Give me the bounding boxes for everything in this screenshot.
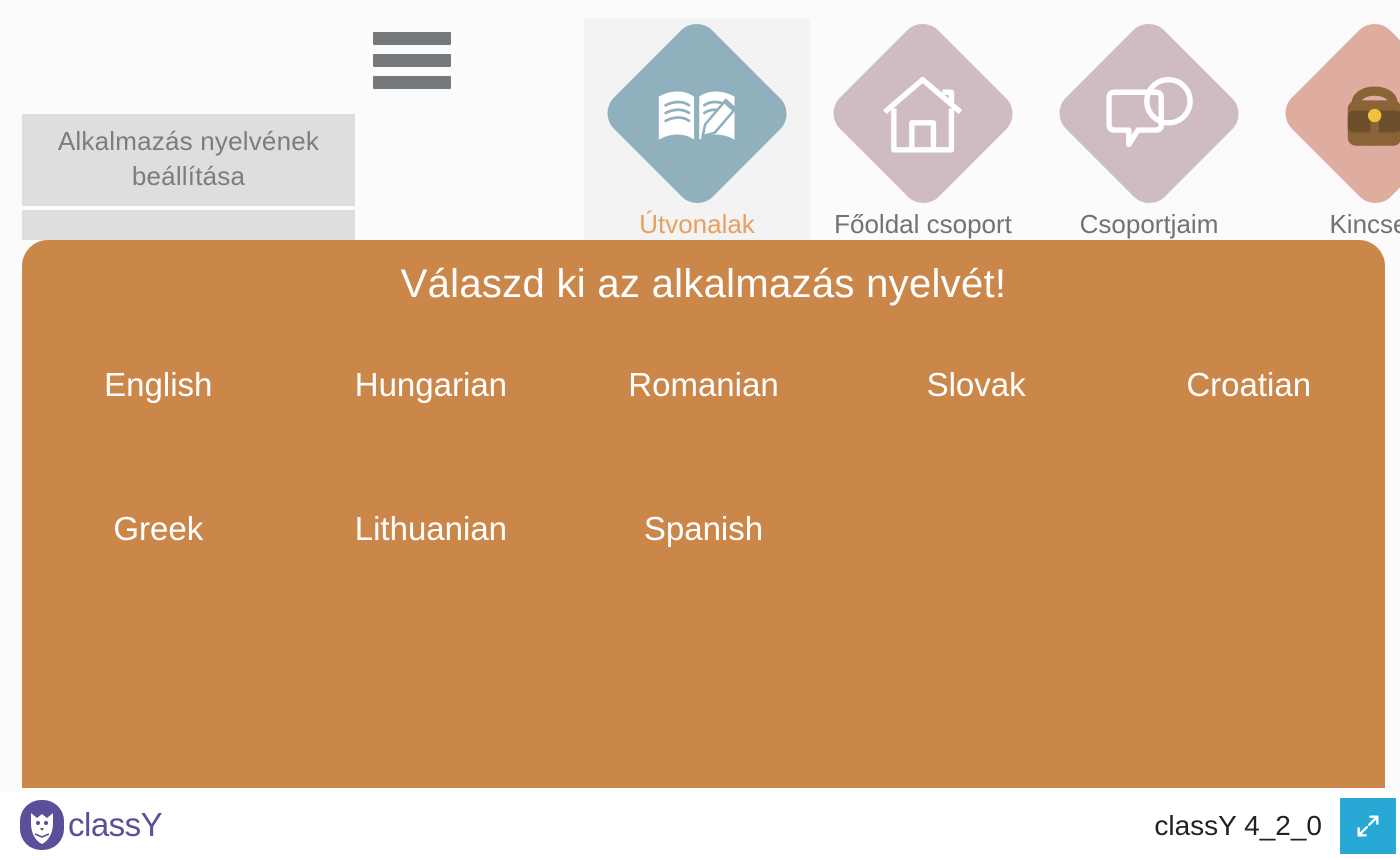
nav-tile-label: Kincses	[1329, 209, 1400, 239]
backpack-icon	[1276, 14, 1400, 213]
language-option-greek[interactable]: Greek	[22, 510, 295, 547]
sidebar-item-partial[interactable]	[22, 210, 355, 240]
brand-name: classY	[68, 806, 163, 843]
nav-tile-kincses[interactable]: Kincses	[1262, 14, 1400, 240]
language-option-croatian[interactable]: Croatian	[1112, 366, 1385, 403]
book-pencil-icon	[598, 14, 796, 213]
language-option-lithuanian[interactable]: Lithuanian	[295, 510, 568, 547]
chat-group-icon	[1050, 14, 1248, 213]
nav-tile-utvonalak[interactable]: Útvonalak	[584, 14, 810, 240]
language-option-empty-2	[1112, 511, 1385, 547]
version-label: classY 4_2_0	[1154, 810, 1322, 841]
nav-tile-fooldal-csoport[interactable]: Főoldal csoport	[810, 14, 1036, 240]
dialog-title: Válaszd ki az alkalmazás nyelvét!	[400, 262, 1007, 306]
classy-fox-logo-icon	[20, 800, 64, 850]
hamburger-bar-1	[373, 32, 451, 45]
language-option-hungarian[interactable]: Hungarian	[295, 366, 568, 403]
app-root: Alkalmazás nyelvének beállítása Útvonala…	[0, 0, 1400, 860]
language-selection-dialog: Válaszd ki az alkalmazás nyelvét! Englis…	[22, 240, 1385, 788]
sidebar: Alkalmazás nyelvének beállítása	[22, 14, 355, 240]
nav-tile-csoportjaim[interactable]: Csoportjaim	[1036, 14, 1262, 240]
expand-arrows-icon	[1357, 815, 1379, 837]
nav-tile-label: Főoldal csoport	[834, 209, 1012, 239]
fullscreen-button[interactable]	[1340, 798, 1396, 854]
language-options-grid: English Hungarian Romanian Slovak Croati…	[22, 366, 1385, 548]
nav-tiles: Útvonalak Főoldal csoport Csoportjaim Ki…	[584, 14, 1400, 240]
footer-right: classY 4_2_0	[1154, 792, 1400, 860]
footer: classY classY 4_2_0	[0, 792, 1400, 860]
brand-logo: classY	[18, 798, 163, 852]
nav-tile-label: Csoportjaim	[1079, 209, 1219, 239]
language-option-empty-1	[840, 511, 1113, 547]
nav-tile-label: Útvonalak	[639, 209, 755, 239]
language-option-romanian[interactable]: Romanian	[567, 366, 840, 403]
language-option-spanish[interactable]: Spanish	[567, 510, 840, 547]
hamburger-menu-icon[interactable]	[373, 32, 451, 89]
home-icon	[824, 14, 1022, 213]
language-option-english[interactable]: English	[22, 366, 295, 403]
hamburger-bar-3	[373, 76, 451, 89]
hamburger-bar-2	[373, 54, 451, 67]
language-option-slovak[interactable]: Slovak	[840, 366, 1113, 403]
sidebar-item-app-language-setting[interactable]: Alkalmazás nyelvének beállítása	[22, 114, 355, 206]
